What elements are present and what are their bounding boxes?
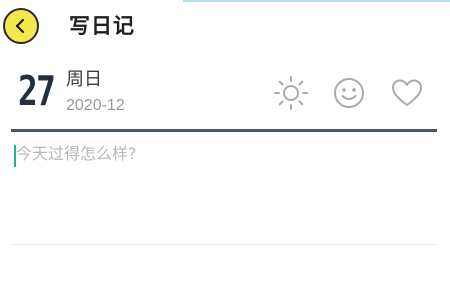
page-title: 写日记 [69,14,135,38]
back-button[interactable] [3,8,39,44]
top-strip [183,0,450,2]
chevron-left-icon [15,18,25,34]
mood-button[interactable] [330,74,368,112]
date-day: 27 [18,67,56,115]
header-divider [11,129,437,132]
weather-button[interactable] [272,74,310,112]
favorite-button[interactable] [388,74,426,112]
smiley-icon [334,78,364,108]
heart-icon [392,79,422,106]
sun-icon [274,76,308,110]
text-cursor [14,145,16,167]
date-weekday: 周日 [66,69,102,90]
date-month: 2020-12 [66,97,125,114]
diary-content-input[interactable] [12,140,436,240]
content-divider [11,244,437,245]
